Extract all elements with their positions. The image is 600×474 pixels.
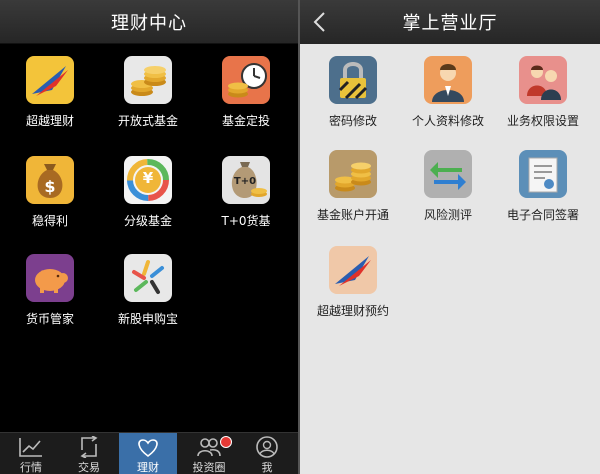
tile-e-contract-signing[interactable]: 电子合同签署 <box>495 150 591 223</box>
coins-icon <box>124 56 172 104</box>
tab-trade[interactable]: 交易 <box>60 433 118 474</box>
page-title: 理财中心 <box>111 12 187 34</box>
tile-label: 基金账户开通 <box>316 208 389 222</box>
tile-label: 风险测评 <box>423 208 472 222</box>
tile-label: 基金定投 <box>221 114 270 128</box>
coins-clock-icon <box>222 56 270 104</box>
tile-wendeli[interactable]: $ 稳得利 <box>2 156 98 229</box>
tile-edit-profile[interactable]: 个人资料修改 <box>400 56 496 129</box>
swap-arrows-icon <box>424 150 472 198</box>
tab-label: 理财 <box>137 461 159 474</box>
tile-label: 开放式基金 <box>117 114 178 128</box>
tile-label: 电子合同签署 <box>506 208 579 222</box>
tab-label: 行情 <box>20 461 42 474</box>
certificate-icon <box>519 150 567 198</box>
exchange-arrows-icon <box>76 435 102 459</box>
tab-label: 我 <box>261 461 273 474</box>
t0-icon-text: T+0 <box>233 176 257 187</box>
wealth-center-panel: 理财中心 超越理财 开放式基金 基金定投 $ 稳得利 ¥ 分级基金 T+0 T+… <box>0 0 298 474</box>
wealth-center-header: 理财中心 <box>0 0 298 44</box>
tile-open-fund-account[interactable]: 基金账户开通 <box>305 150 401 223</box>
tile-label: 货币管家 <box>25 312 74 326</box>
chaoyue-licai-icon <box>329 246 377 294</box>
tab-wealth[interactable]: 理财 <box>119 433 177 474</box>
two-people-icon <box>519 56 567 104</box>
tile-label: 密码修改 <box>328 114 377 128</box>
coin-stack-icon <box>329 150 377 198</box>
person-icon <box>424 56 472 104</box>
tile-change-password[interactable]: 密码修改 <box>305 56 401 129</box>
tile-business-permissions[interactable]: 业务权限设置 <box>495 56 591 129</box>
service-hall-header: 掌上营业厅 <box>300 0 600 44</box>
money-bag-icon: $ <box>26 156 74 204</box>
colored-strokes-icon <box>124 254 172 302</box>
tile-label: 超越理财预约 <box>316 304 389 318</box>
tile-ipo-subscription[interactable]: 新股申购宝 <box>100 254 196 327</box>
user-icon <box>254 436 280 458</box>
yuan-ring-icon: ¥ <box>124 156 172 204</box>
tile-label: T+0货基 <box>221 214 271 228</box>
screen: 理财中心 超越理财 开放式基金 基金定投 $ 稳得利 ¥ 分级基金 T+0 T+… <box>0 0 600 474</box>
line-chart-icon <box>18 436 44 458</box>
tile-t0-money-fund[interactable]: T+0 T+0货基 <box>198 156 294 229</box>
notification-badge <box>220 436 232 448</box>
tab-label: 投资圈 <box>192 461 226 474</box>
tab-label: 交易 <box>78 461 100 474</box>
tile-open-fund[interactable]: 开放式基金 <box>100 56 196 129</box>
t0-bag-icon: T+0 <box>222 156 270 204</box>
chaoyue-licai-icon <box>26 56 74 104</box>
tile-label: 业务权限设置 <box>506 114 579 128</box>
people-icon <box>196 436 222 458</box>
padlock-icon <box>329 56 377 104</box>
tile-label: 稳得利 <box>31 214 68 228</box>
tile-label: 个人资料修改 <box>411 114 484 128</box>
tab-me[interactable]: 我 <box>238 433 296 474</box>
tile-money-manager[interactable]: 货币管家 <box>2 254 98 327</box>
back-arrow-icon[interactable] <box>310 10 330 34</box>
tile-graded-fund[interactable]: ¥ 分级基金 <box>100 156 196 229</box>
tile-fund-regular-investment[interactable]: 基金定投 <box>198 56 294 129</box>
tile-label: 新股申购宝 <box>117 312 178 326</box>
tab-community[interactable]: 投资圈 <box>180 433 238 474</box>
tab-market[interactable]: 行情 <box>2 433 60 474</box>
tile-risk-assessment[interactable]: 风险测评 <box>400 150 496 223</box>
tile-chaoyue-licai-booking[interactable]: 超越理财预约 <box>305 246 401 319</box>
piggy-bank-icon <box>26 254 74 302</box>
tile-chaoyue-licai[interactable]: 超越理财 <box>2 56 98 129</box>
page-title: 掌上营业厅 <box>402 13 498 34</box>
bottom-tab-bar: 行情 交易 理财 投资圈 我 <box>0 432 298 474</box>
tile-label: 分级基金 <box>123 214 172 228</box>
yuan-symbol: ¥ <box>142 169 154 187</box>
svg-text:$: $ <box>44 177 55 196</box>
mobile-service-hall-panel: 掌上营业厅 密码修改 个人资料修改 业务权限设置 基金账户开通 风险测评 电子合… <box>300 0 600 474</box>
tile-label: 超越理财 <box>25 114 74 128</box>
handshake-heart-icon <box>135 436 161 458</box>
